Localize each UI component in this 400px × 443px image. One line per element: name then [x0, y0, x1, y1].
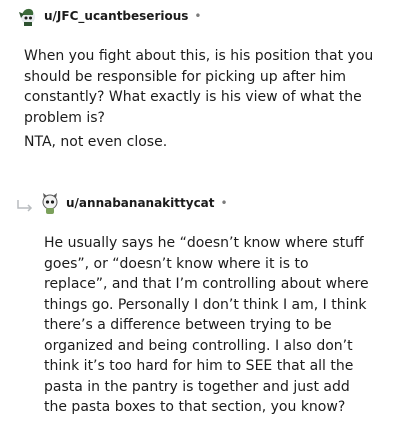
comment-header: u/JFC_ucantbeserious • [18, 6, 201, 26]
comment-paragraph: NTA, not even close. [24, 134, 168, 150]
comment-username[interactable]: u/annabananakittycat [66, 196, 215, 210]
comment-paragraph: He usually says he “doesn’t know where s… [44, 235, 369, 415]
user-avatar-icon[interactable] [40, 193, 60, 214]
separator-dot: • [220, 196, 228, 210]
reply-arrow-icon [16, 198, 34, 212]
comment-header: u/annabananakittycat • [40, 193, 228, 214]
comment-body: When you fight about this, is his positi… [24, 46, 374, 153]
comment-username[interactable]: u/JFC_ucantbeserious [44, 9, 188, 23]
comment-paragraph: When you fight about this, is his positi… [24, 48, 374, 126]
separator-dot: • [194, 9, 202, 23]
comment-body: He usually says he “doesn’t know where s… [44, 233, 374, 418]
user-avatar-icon[interactable] [18, 6, 38, 26]
